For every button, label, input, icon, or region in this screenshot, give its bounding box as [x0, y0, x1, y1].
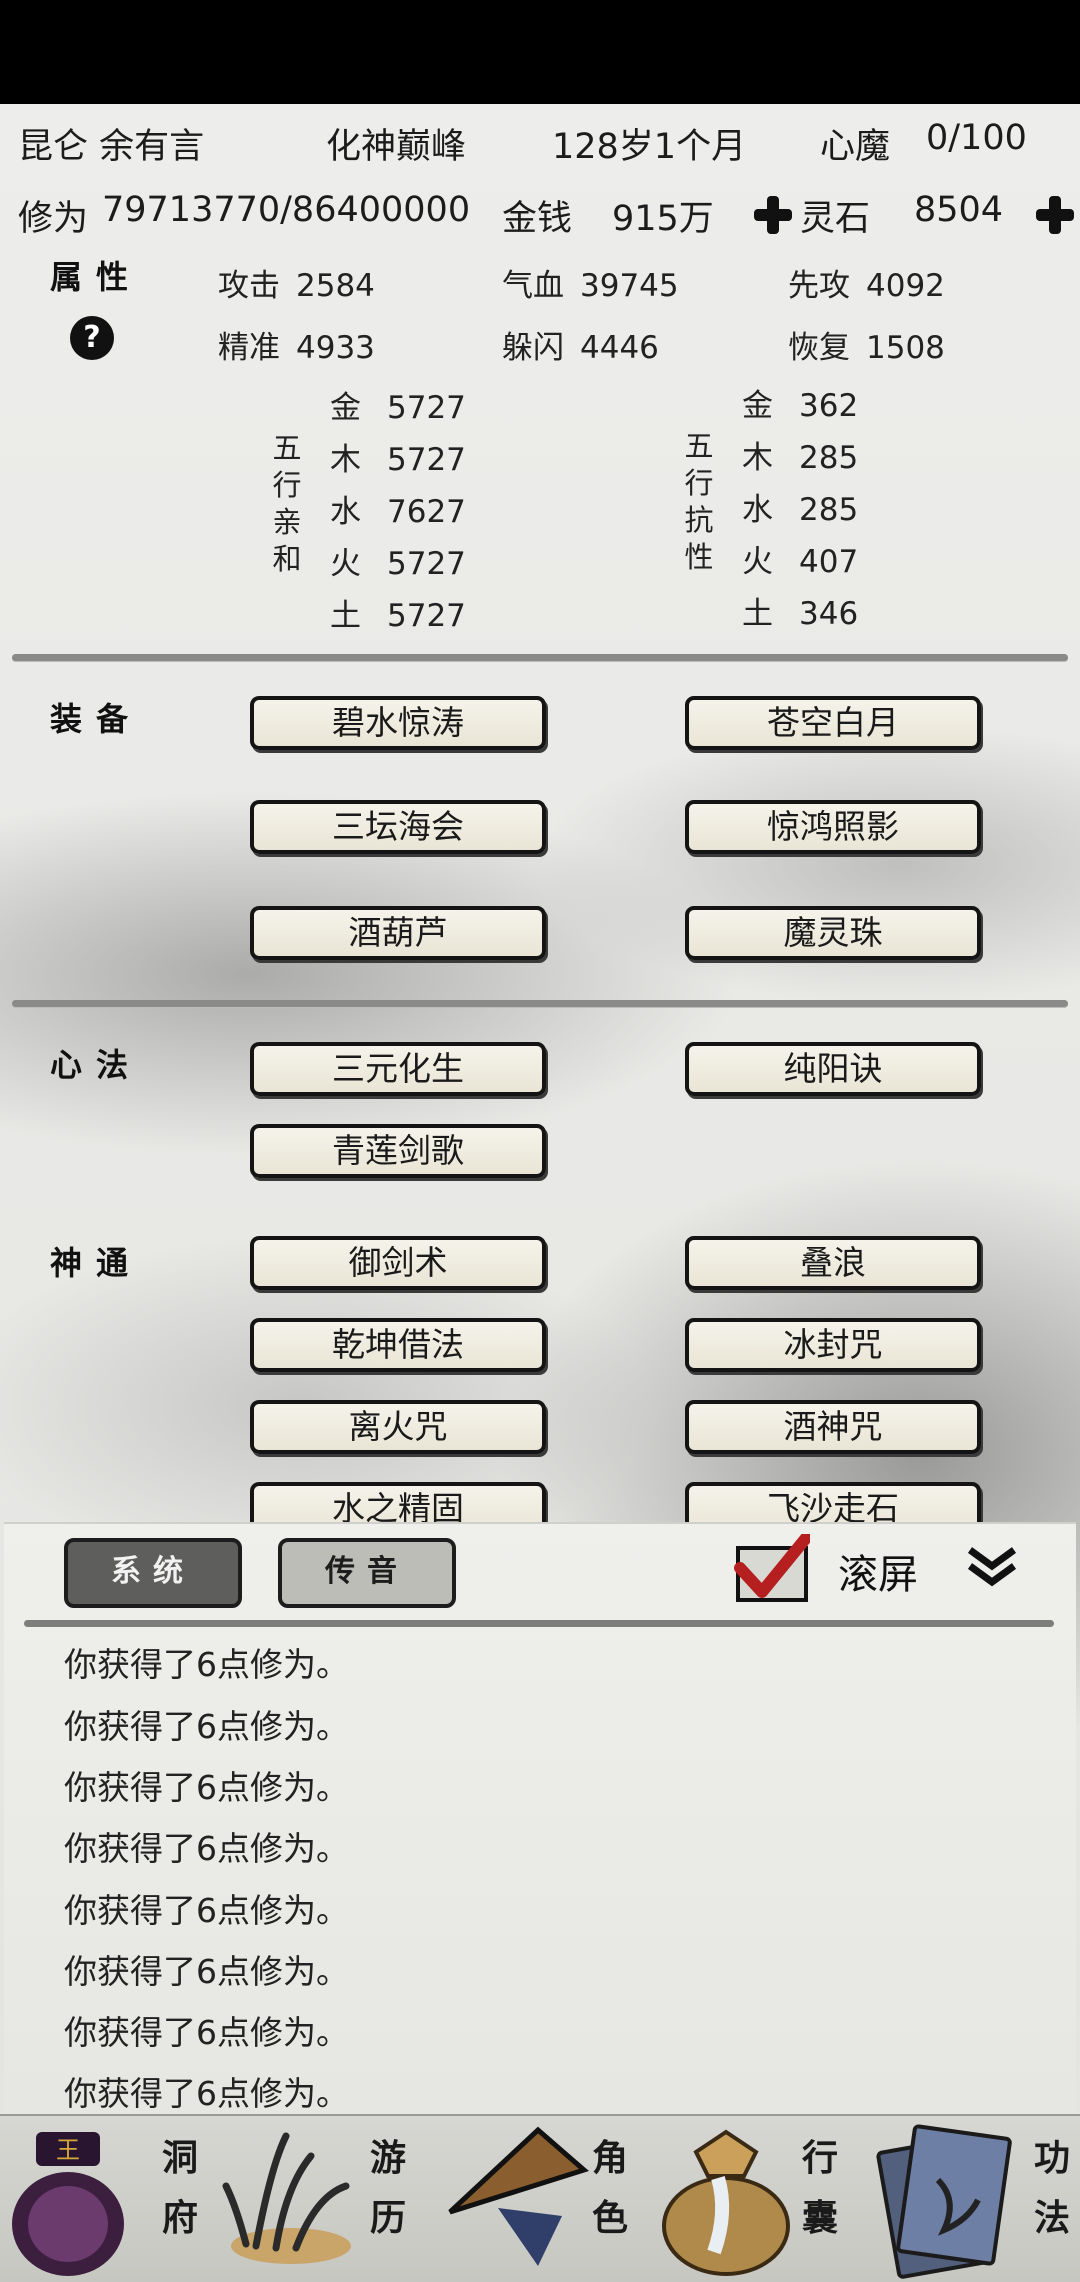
nav-character-label: 角色	[591, 2137, 628, 2239]
stat-attack: 攻击 2584	[218, 268, 375, 304]
scroll-checkbox[interactable]	[734, 1534, 810, 1604]
demon-label: 心魔	[820, 127, 891, 167]
character-name: 昆仑 余有言	[18, 127, 205, 167]
affinity-wood: 木 5727	[330, 442, 466, 478]
equipment-slot-2[interactable]: 苍空白月	[685, 696, 981, 750]
resistance-metal: 金 362	[742, 388, 859, 424]
resistance-earth: 土 346	[742, 596, 859, 632]
nav-techniques-label: 功法	[1033, 2137, 1070, 2239]
equipment-slot-6[interactable]: 魔灵珠	[685, 906, 981, 960]
money-value: 915万	[612, 199, 714, 239]
nav-techniques[interactable]: 功法	[864, 2116, 1080, 2282]
add-money-plus-icon[interactable]	[754, 196, 792, 234]
affinity-metal: 金 5727	[330, 390, 466, 426]
travel-grass-icon	[222, 2132, 351, 2264]
nav-travel-label: 游历	[369, 2137, 406, 2239]
equipment-slot-4[interactable]: 惊鸿照影	[685, 800, 981, 854]
resistance-fire: 火 407	[742, 544, 859, 580]
attributes-title: 属性	[50, 258, 143, 296]
collapse-chevron-icon[interactable]	[966, 1542, 1018, 1592]
log-line: 你获得了6点修为。	[64, 1645, 349, 1684]
section-divider	[12, 1000, 1068, 1007]
mind-method-2[interactable]: 纯阳诀	[685, 1042, 981, 1096]
divine-powers-title: 神通	[50, 1244, 143, 1282]
resistance-water: 水 285	[742, 492, 859, 528]
divine-power-1[interactable]: 御剑术	[250, 1236, 546, 1290]
mind-method-1[interactable]: 三元化生	[250, 1042, 546, 1096]
nav-cave-label: 洞府	[161, 2137, 198, 2239]
affinity-fire: 火 5727	[330, 546, 466, 582]
message-log-panel: 系统 传音 滚屏 你获得了6点修为。 你获得了6点修为。 你获得了6点修为。 你…	[4, 1522, 1076, 2114]
age-text: 128岁1个月	[552, 127, 747, 167]
inventory-sack-icon	[662, 2129, 790, 2276]
affinity-earth: 土 5727	[330, 598, 466, 634]
technique-book-icon	[876, 2124, 1012, 2279]
log-divider	[24, 1620, 1054, 1627]
log-line: 你获得了6点修为。	[64, 2013, 349, 2052]
cultivation-value: 79713770/86400000	[102, 190, 471, 230]
divine-power-3[interactable]: 乾坤借法	[250, 1318, 546, 1372]
equipment-slot-5[interactable]: 酒葫芦	[250, 906, 546, 960]
section-divider	[12, 654, 1068, 661]
divine-power-6[interactable]: 酒神咒	[685, 1400, 981, 1454]
affinity-title: 五 行 亲 和	[272, 431, 302, 576]
cave-bag-icon: 王	[12, 2132, 124, 2276]
divine-power-5[interactable]: 离火咒	[250, 1400, 546, 1454]
svg-text:王: 王	[56, 2136, 80, 2164]
log-line: 你获得了6点修为。	[64, 2074, 349, 2113]
log-line: 你获得了6点修为。	[64, 1707, 349, 1746]
tab-messages[interactable]: 传音	[278, 1538, 456, 1608]
divine-power-4[interactable]: 冰封咒	[685, 1318, 981, 1372]
nav-inventory[interactable]: 行囊	[648, 2116, 864, 2282]
stat-dodge: 躲闪 4446	[502, 330, 659, 366]
bottom-nav: 王 洞府 游历 角色 行囊 功法	[0, 2114, 1080, 2282]
equipment-slot-1[interactable]: 碧水惊涛	[250, 696, 546, 750]
help-question-icon[interactable]: ?	[70, 316, 114, 360]
tab-system[interactable]: 系统	[64, 1538, 242, 1608]
demon-value: 0/100	[926, 118, 1027, 158]
divine-power-2[interactable]: 叠浪	[685, 1236, 981, 1290]
status-bar	[0, 0, 1080, 104]
add-spirit-plus-icon[interactable]	[1036, 196, 1074, 234]
log-line: 你获得了6点修为。	[64, 1891, 349, 1930]
scroll-label: 滚屏	[838, 1552, 918, 1598]
log-line: 你获得了6点修为。	[64, 1768, 349, 1807]
stat-initiative: 先攻 4092	[788, 268, 945, 304]
nav-inventory-label: 行囊	[801, 2137, 838, 2239]
stat-recovery: 恢复 1508	[788, 330, 945, 366]
realm-text: 化神巅峰	[326, 127, 467, 167]
nav-cave[interactable]: 王 洞府	[0, 2116, 216, 2282]
resistance-wood: 木 285	[742, 440, 859, 476]
cultivation-label: 修为	[18, 199, 89, 239]
equipment-title: 装备	[50, 700, 143, 738]
money-label: 金钱	[502, 199, 573, 239]
resistance-title: 五 行 抗 性	[684, 429, 714, 574]
log-line: 你获得了6点修为。	[64, 1952, 349, 1991]
mind-method-3[interactable]: 青莲剑歌	[250, 1124, 546, 1178]
spirit-label: 灵石	[800, 199, 871, 239]
stat-hp: 气血 39745	[502, 268, 679, 304]
header-row-2: 修为 79713770/86400000 金钱 915万 灵石 8504	[0, 190, 1080, 240]
affinity-water: 水 7627	[330, 494, 466, 530]
log-line: 你获得了6点修为。	[64, 1829, 349, 1868]
nav-travel[interactable]: 游历	[216, 2116, 432, 2282]
stat-accuracy: 精准 4933	[218, 330, 375, 366]
nav-character[interactable]: 角色	[432, 2116, 648, 2282]
equipment-slot-3[interactable]: 三坛海会	[250, 800, 546, 854]
character-hat-icon	[448, 2126, 590, 2266]
header-row-1: 昆仑 余有言 化神巅峰 128岁1个月 心魔 0/100	[0, 118, 1080, 168]
spirit-value: 8504	[914, 190, 1004, 230]
mind-methods-title: 心法	[50, 1046, 143, 1084]
